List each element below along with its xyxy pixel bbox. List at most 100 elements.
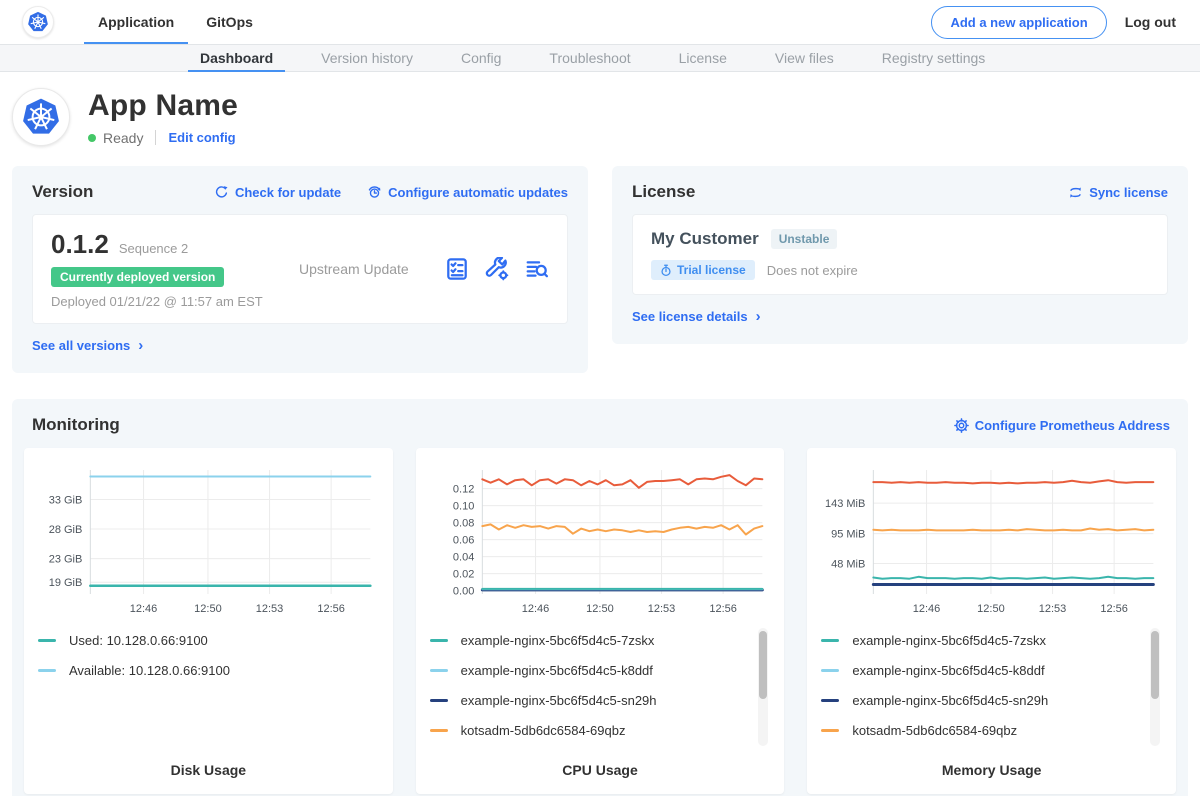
kubernetes-logo[interactable] (22, 6, 54, 38)
app-subnav: Dashboard Version history Config Trouble… (0, 44, 1200, 72)
memory-usage-card: 143 MiB95 MiB48 MiB12:4612:5012:5312:56 … (807, 448, 1176, 794)
legend-item: kotsadm-5db6dc6584-69qbz (430, 716, 783, 746)
tab-config[interactable]: Config (437, 45, 525, 71)
page-title: App Name (88, 89, 238, 123)
update-type-label: Upstream Update (299, 261, 409, 277)
view-deploy-logs-button[interactable] (525, 257, 549, 281)
legend-color-dash (38, 669, 56, 672)
scrollbar-thumb[interactable] (759, 631, 767, 699)
scrollbar-thumb[interactable] (1151, 631, 1159, 699)
svg-text:28 GiB: 28 GiB (49, 524, 83, 536)
check-for-update-link[interactable]: Check for update (214, 185, 341, 200)
disk-usage-legend: Used: 10.128.0.66:9100 Available: 10.128.… (38, 626, 391, 686)
svg-text:12:56: 12:56 (317, 603, 345, 615)
edit-config-link[interactable]: Edit config (168, 130, 235, 145)
svg-text:143 MiB: 143 MiB (825, 498, 865, 510)
legend-color-dash (821, 669, 839, 672)
svg-text:0.12: 0.12 (453, 484, 474, 496)
legend-item: example-nginx-5bc6f5d4c5-7zskx (821, 626, 1174, 656)
status-badge: Ready (103, 130, 143, 146)
legend-label: example-nginx-5bc6f5d4c5-sn29h (461, 693, 657, 708)
see-all-versions-row: See all versions › (32, 337, 568, 355)
charts-row: 33 GiB28 GiB23 GiB19 GiB12:4612:5012:531… (24, 448, 1176, 794)
svg-text:0.04: 0.04 (453, 552, 474, 564)
legend-label: kotsadm-5db6dc6584-69qbz (852, 723, 1017, 738)
add-application-button[interactable]: Add a new application (931, 6, 1106, 39)
legend-color-dash (430, 729, 448, 732)
kubernetes-wheel-icon (21, 97, 61, 137)
legend-label: Available: 10.128.0.66:9100 (69, 663, 230, 678)
version-card-title: Version (32, 182, 93, 202)
license-card-title: License (632, 182, 695, 202)
app-avatar (12, 88, 70, 146)
see-license-details-row: See license details › (632, 308, 1168, 326)
license-type-badge: Trial license (651, 260, 755, 280)
sync-arrows-icon (1068, 185, 1083, 200)
configure-prometheus-link[interactable]: Configure Prometheus Address (954, 418, 1170, 433)
preflight-checks-button[interactable] (445, 257, 469, 281)
cpu-usage-card: 0.120.100.080.060.040.020.0012:4612:5012… (416, 448, 785, 794)
svg-text:12:50: 12:50 (978, 603, 1006, 615)
logout-button[interactable]: Log out (1125, 14, 1176, 30)
svg-text:12:53: 12:53 (647, 603, 675, 615)
logs-magnifier-icon (525, 257, 549, 281)
svg-text:12:56: 12:56 (709, 603, 737, 615)
svg-text:12:50: 12:50 (194, 603, 222, 615)
refresh-icon (214, 185, 229, 200)
nav-tab-application[interactable]: Application (82, 0, 190, 44)
current-version-box: 0.1.2 Sequence 2 Currently deployed vers… (32, 214, 568, 324)
see-license-details-link[interactable]: See license details › (632, 308, 761, 325)
tab-troubleshoot[interactable]: Troubleshoot (525, 45, 654, 71)
ready-status-dot (88, 134, 96, 142)
version-sequence: Sequence 2 (119, 241, 188, 256)
legend-item: example-nginx-5bc6f5d4c5-k8ddf (821, 656, 1174, 686)
svg-text:12:53: 12:53 (1039, 603, 1067, 615)
monitoring-title: Monitoring (32, 415, 120, 435)
divider (155, 130, 156, 145)
license-card: License Sync license My Customer Unstabl… (612, 166, 1188, 344)
sync-license-link[interactable]: Sync license (1068, 185, 1168, 200)
edit-config-button[interactable] (485, 257, 509, 281)
see-all-versions-link[interactable]: See all versions › (32, 337, 143, 354)
checklist-icon (445, 257, 469, 281)
tab-license[interactable]: License (655, 45, 751, 71)
svg-text:19 GiB: 19 GiB (49, 577, 83, 589)
legend-label: Used: 10.128.0.66:9100 (69, 633, 208, 648)
legend-item: example-nginx-5bc6f5d4c5-7zskx (430, 626, 783, 656)
license-box: My Customer Unstable Trial license Does … (632, 214, 1168, 295)
legend-scrollbar[interactable] (758, 628, 768, 746)
deployed-timestamp: Deployed 01/21/22 @ 11:57 am EST (51, 294, 263, 309)
nav-right: Add a new application Log out (931, 6, 1176, 39)
svg-text:0.08: 0.08 (453, 518, 474, 530)
version-card: Version Check for update Configure autom… (12, 166, 588, 373)
nav-tab-label: Application (98, 14, 174, 30)
tab-dashboard[interactable]: Dashboard (176, 45, 297, 71)
memory-usage-legend: example-nginx-5bc6f5d4c5-7zskxexample-ng… (821, 626, 1174, 746)
gear-icon (954, 418, 969, 433)
primary-tabs: Application GitOps (82, 0, 269, 44)
stopwatch-icon (660, 264, 672, 277)
tab-version-history[interactable]: Version history (297, 45, 437, 71)
app-header: App Name Ready Edit config (0, 72, 1200, 160)
cpu-usage-chart: 0.120.100.080.060.040.020.0012:4612:5012… (418, 460, 783, 620)
svg-text:12:53: 12:53 (256, 603, 284, 615)
chart-title: Memory Usage (809, 750, 1174, 778)
legend-color-dash (821, 639, 839, 642)
svg-text:0.06: 0.06 (453, 535, 474, 547)
configure-automatic-updates-link[interactable]: Configure automatic updates (367, 185, 568, 200)
cpu-usage-legend: example-nginx-5bc6f5d4c5-7zskx example-ng… (430, 626, 783, 746)
chart-title: CPU Usage (418, 750, 783, 778)
svg-text:12:46: 12:46 (130, 603, 158, 615)
legend-label: example-nginx-5bc6f5d4c5-7zskx (461, 633, 655, 648)
legend-item: kotsadm-5db6dc6584-69qbz (821, 716, 1174, 746)
tab-registry-settings[interactable]: Registry settings (858, 45, 1009, 71)
svg-text:48 MiB: 48 MiB (831, 558, 865, 570)
tab-view-files[interactable]: View files (751, 45, 858, 71)
nav-tab-gitops[interactable]: GitOps (190, 0, 269, 44)
customer-name: My Customer (651, 229, 759, 249)
legend-item: Used: 10.128.0.66:9100 (38, 626, 391, 656)
schedule-clock-icon (367, 185, 382, 200)
legend-item: example-nginx-5bc6f5d4c5-k8ddf (430, 656, 783, 686)
legend-scrollbar[interactable] (1150, 628, 1160, 746)
monitoring-section: Monitoring Configure Prometheus Address … (12, 399, 1188, 796)
